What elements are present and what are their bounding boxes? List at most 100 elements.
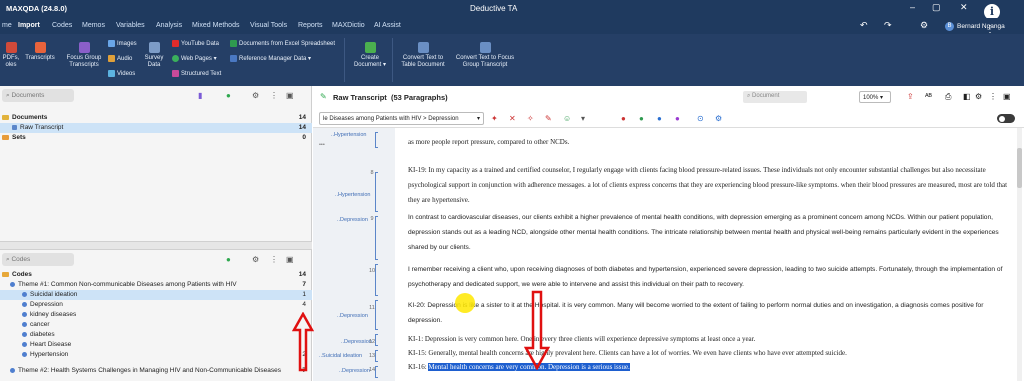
tree-code-heart-disease[interactable]: Heart Disease <box>0 340 312 350</box>
import-images-button[interactable]: Images <box>108 40 137 47</box>
paragraph-text[interactable]: KI-19: In my capacity as a trained and c… <box>408 163 1013 208</box>
print-icon[interactable]: ⎙ <box>945 92 951 102</box>
menu-reports[interactable]: Reports <box>298 22 323 29</box>
scrollbar-thumb[interactable] <box>1017 148 1022 188</box>
import-pdfs-button[interactable]: PDFs, oles <box>0 42 22 69</box>
highlight-code-icon[interactable]: ✎ <box>545 114 552 123</box>
zoom-select[interactable]: 100% ▾ <box>859 91 891 103</box>
tree-code-diabetes[interactable]: diabetes <box>0 330 312 340</box>
tree-raw-transcript[interactable]: Raw Transcript 14 <box>0 123 312 133</box>
paragraph-number[interactable]: 8 <box>366 170 378 176</box>
in-vivo-code-icon[interactable]: ✧ <box>527 114 534 123</box>
import-transcripts-button[interactable]: Transcripts <box>22 42 58 62</box>
import-web-pages-button[interactable]: Web Pages ▾ <box>172 55 217 62</box>
paragraph-number[interactable]: 11 <box>366 305 378 311</box>
tree-code-cancer[interactable]: cancer <box>0 320 312 330</box>
menu-home[interactable]: me <box>2 22 12 29</box>
link-icon[interactable]: ⊙ <box>697 114 704 123</box>
codes-search[interactable]: ⌕ Codes <box>2 253 74 266</box>
code-marker-hypertension[interactable]: ..Hypertension <box>335 192 370 198</box>
more-icon[interactable]: ⋮ <box>989 92 997 101</box>
add-icon[interactable]: ● <box>226 91 231 100</box>
emoji-code-icon[interactable]: ☺ <box>563 114 571 123</box>
menu-maxdictio[interactable]: MAXDictio <box>332 22 365 29</box>
tree-sets[interactable]: Sets 0 <box>0 133 312 143</box>
menu-codes[interactable]: Codes <box>52 22 72 29</box>
import-survey-button[interactable]: Survey Data <box>140 42 168 69</box>
tree-code-depression[interactable]: Depression 4 <box>0 300 312 310</box>
blue-color-code-icon[interactable]: ● <box>657 114 662 123</box>
panel-divider[interactable] <box>0 241 312 250</box>
tree-theme-1[interactable]: Theme #1: Common Non-communicable Diseas… <box>0 280 312 290</box>
import-youtube-button[interactable]: YouTube Data <box>172 40 219 47</box>
gear-icon[interactable]: ⚙ <box>252 255 259 264</box>
paragraph-text[interactable]: I remember receiving a client who, upon … <box>408 262 1013 292</box>
menu-variables[interactable]: Variables <box>116 22 145 29</box>
paragraph-number[interactable]: 9 <box>366 216 378 222</box>
import-videos-button[interactable]: Videos <box>108 70 135 77</box>
minimize-icon[interactable]: – <box>910 2 915 12</box>
tree-code-hypertension[interactable]: Hypertension 2 <box>0 350 312 360</box>
maximize-panel-icon[interactable]: ▣ <box>286 91 294 100</box>
settings-icon[interactable]: ⚙ <box>920 20 928 31</box>
more-icon[interactable]: ⋮ <box>270 255 278 264</box>
undo-icon[interactable]: ↶ <box>860 20 868 31</box>
import-audio-button[interactable]: Audio <box>108 55 132 62</box>
menu-ai-assist[interactable]: AI Assist <box>374 22 401 29</box>
import-focus-group-button[interactable]: Focus Group Transcripts <box>60 42 108 69</box>
paragraph-number[interactable]: 12 <box>366 339 378 345</box>
menu-memos[interactable]: Memos <box>82 22 105 29</box>
tree-code-suicidal-ideation[interactable]: Suicidal ideation 1 <box>0 290 312 300</box>
convert-to-table-button[interactable]: Convert Text to Table Document <box>396 42 450 69</box>
tree-theme-2[interactable]: Theme #2: Health Systems Challenges in M… <box>0 366 312 376</box>
collapsed-markers-icon[interactable]: ••• <box>319 142 325 148</box>
import-reference-manager-button[interactable]: Reference Manager Data ▾ <box>230 55 311 62</box>
convert-to-focus-group-button[interactable]: Convert Text to Focus Group Transcript <box>452 42 518 69</box>
settings-color-icon[interactable]: ⚙ <box>715 114 722 123</box>
import-structured-text-button[interactable]: Structured Text <box>172 70 221 77</box>
paragraph-text[interactable]: KI-1: Depression is very common here. On… <box>408 332 1013 347</box>
edit-mode-toggle[interactable] <box>997 114 1015 123</box>
documents-search[interactable]: ⌕ Documents <box>2 89 74 102</box>
new-code-icon[interactable]: ● <box>226 255 231 264</box>
code-marker-depression[interactable]: ..Depression <box>337 217 368 223</box>
paragraph-number[interactable]: 13 <box>366 353 378 359</box>
code-selector[interactable]: le Diseases among Patients with HIV > De… <box>319 112 484 125</box>
menu-visual-tools[interactable]: Visual Tools <box>250 22 287 29</box>
code-with-selected-icon[interactable]: ✦ <box>491 114 498 123</box>
maximize-panel-icon[interactable]: ▣ <box>1003 92 1011 101</box>
code-marker-depression[interactable]: ..Depression <box>337 313 368 319</box>
tree-code-kidney-diseases[interactable]: kidney diseases <box>0 310 312 320</box>
green-color-code-icon[interactable]: ● <box>639 114 644 123</box>
code-marker-suicidal-ideation[interactable]: ..Suicidal ideation <box>319 353 362 359</box>
create-document-button[interactable]: Create Document ▾ <box>350 42 390 69</box>
menu-mixed-methods[interactable]: Mixed Methods <box>192 22 239 29</box>
spellcheck-icon[interactable]: ᴬᴮ <box>925 92 932 101</box>
menu-import[interactable]: Import <box>18 22 40 29</box>
close-icon[interactable]: ✕ <box>960 2 968 13</box>
red-color-code-icon[interactable]: ● <box>621 114 626 123</box>
paragraph-text[interactable]: KI-16: Mental health concerns are very c… <box>408 360 1013 375</box>
remove-code-icon[interactable]: ✕ <box>509 114 516 123</box>
export-icon[interactable]: ⇪ <box>907 92 914 101</box>
gear-icon[interactable]: ⚙ <box>252 91 259 100</box>
maximize-panel-icon[interactable]: ▣ <box>286 255 294 264</box>
document-scrollbar[interactable] <box>1017 128 1022 381</box>
split-view-icon[interactable]: ◧ <box>963 92 971 101</box>
document-icon[interactable]: ▮ <box>198 91 202 100</box>
import-excel-button[interactable]: Documents from Excel Spreadsheet <box>230 40 335 47</box>
paragraph-number[interactable]: 10 <box>366 268 378 274</box>
paragraph-text[interactable]: In contrast to cardiovascular diseases, … <box>408 210 1013 255</box>
tree-documents[interactable]: Documents 14 <box>0 113 312 123</box>
gear-icon[interactable]: ⚙ <box>975 92 982 101</box>
paragraph-text[interactable]: KI-15: Generally, mental health concerns… <box>408 346 1013 361</box>
redo-icon[interactable]: ↷ <box>884 20 892 31</box>
document-search[interactable]: ⌕ Document <box>743 91 807 103</box>
user-account[interactable]: B Bernard Nganga <box>945 22 1005 31</box>
paragraph-text[interactable]: KI-20: Depression is like a sister to it… <box>408 298 1013 328</box>
more-icon[interactable]: ⋮ <box>270 91 278 100</box>
tree-codes-root[interactable]: Codes 14 <box>0 270 312 280</box>
purple-color-code-icon[interactable]: ● <box>675 114 680 123</box>
menu-analysis[interactable]: Analysis <box>156 22 182 29</box>
paragraph-number[interactable]: 14 <box>366 367 378 373</box>
